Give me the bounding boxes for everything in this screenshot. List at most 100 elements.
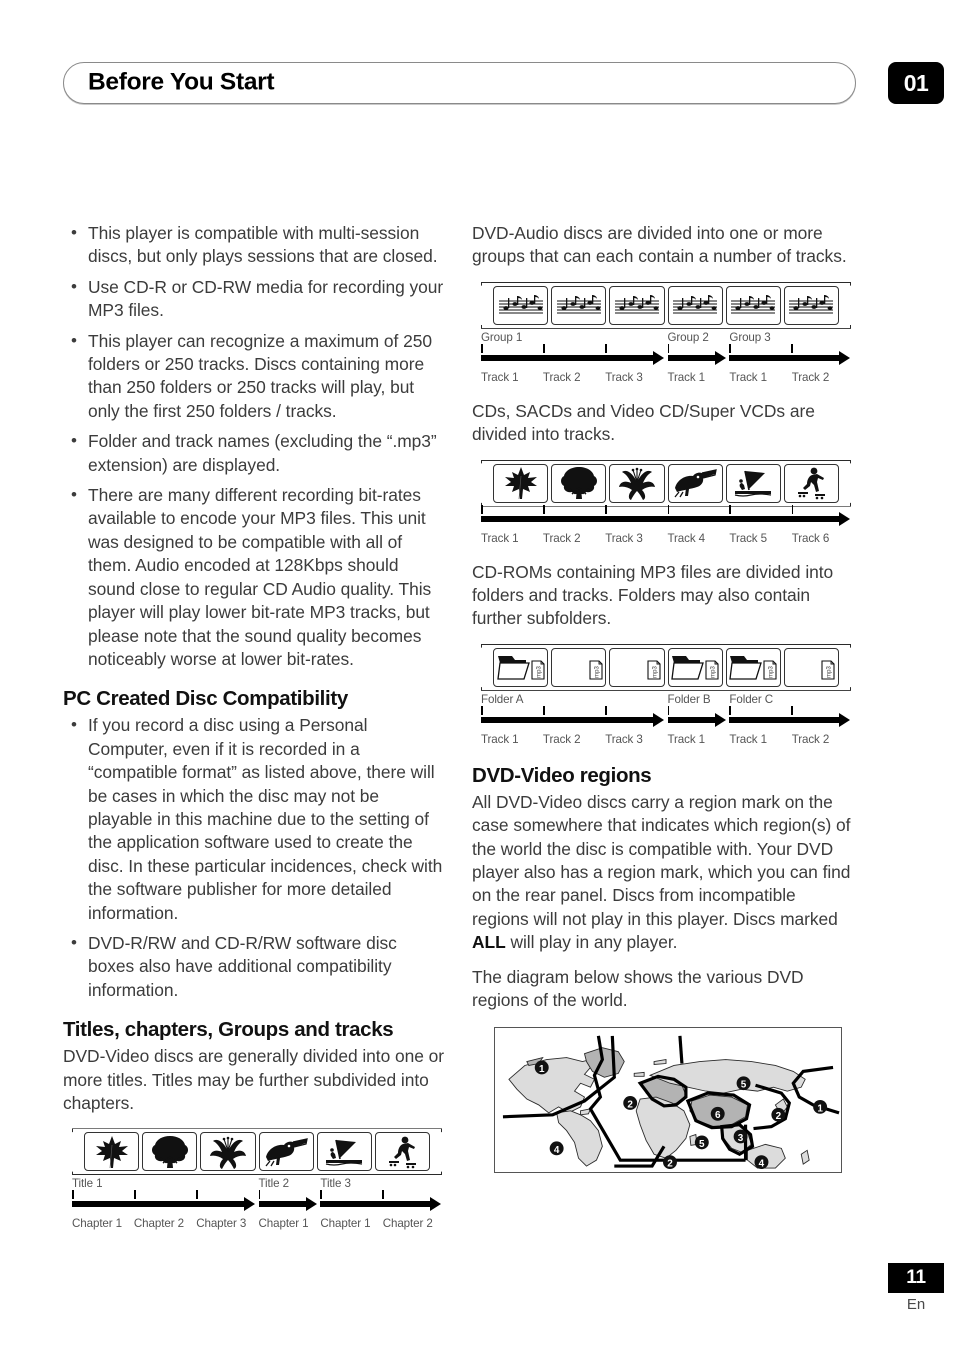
group-label: Group 1 xyxy=(481,330,523,344)
group-label: Group 3 xyxy=(729,330,771,344)
list-item: This player can recognize a maximum of 2… xyxy=(63,329,445,424)
arrow-head xyxy=(652,350,664,365)
folder-mp3-icon: mp3 xyxy=(493,647,549,687)
timeline-tick xyxy=(481,504,483,514)
group-label: Folder C xyxy=(729,692,774,706)
music-score-icon xyxy=(667,285,723,325)
dvd-audio-paragraph: DVD-Audio discs are divided into one or … xyxy=(472,223,847,267)
svg-text:2: 2 xyxy=(627,1099,633,1110)
right-column: DVD-Audio discs are divided into one or … xyxy=(472,222,854,1173)
cdrom-mp3-paragraph: CD-ROMs containing MP3 files are divided… xyxy=(472,561,834,629)
timeline-tick xyxy=(667,504,670,514)
dvd-regions-paragraph-1: All DVD-Video discs carry a region mark … xyxy=(472,791,854,955)
new-zealand-landmass xyxy=(800,1149,810,1165)
svg-text:3: 3 xyxy=(738,1132,744,1143)
timeline-arrow xyxy=(72,1197,255,1212)
arrow-head xyxy=(839,511,851,526)
timeline-tick xyxy=(729,705,731,715)
track-label: Track 3 xyxy=(605,732,643,746)
list-item: Folder and track names (excluding the “.… xyxy=(63,429,445,477)
dvd-regions-paragraph-2: The diagram below shows the various DVD … xyxy=(472,966,804,1011)
track-label: Track 3 xyxy=(605,370,643,384)
timeline-tick xyxy=(605,343,607,353)
track-label: Chapter 3 xyxy=(196,1217,247,1231)
list-item: DVD-R/RW and CD-R/RW software disc boxes… xyxy=(63,931,445,1002)
list-item: If you record a disc using a Personal Co… xyxy=(63,713,445,925)
arrow-shaft xyxy=(481,515,842,522)
track-label: Chapter 1 xyxy=(320,1217,371,1231)
timeline-arrow xyxy=(481,712,664,727)
svg-text:1: 1 xyxy=(539,1063,545,1074)
timeline-tick xyxy=(667,343,670,353)
track-label: Track 2 xyxy=(542,531,581,545)
page-header: Before You Start xyxy=(63,62,856,104)
group-label: Folder B xyxy=(667,692,711,706)
regions-text-c: will play in any player. xyxy=(505,932,678,953)
island-b xyxy=(633,1071,645,1077)
timeline-tick xyxy=(791,504,794,514)
timeline-arrow xyxy=(258,1197,317,1212)
timeline-tick xyxy=(605,504,607,514)
timeline-arrow-row xyxy=(481,504,854,529)
timeline-arrow-row xyxy=(72,1190,445,1214)
svg-text:4: 4 xyxy=(759,1158,765,1169)
left-column: This player is compatible with multi-ses… xyxy=(63,221,445,1246)
disc-tape-strip xyxy=(481,281,851,329)
tape-cell-row: mp3 mp3 mp3 mp3 mp3 mp3 xyxy=(493,647,840,687)
svg-text:mp3: mp3 xyxy=(594,666,600,678)
timeline-tick xyxy=(667,705,670,715)
svg-text:4: 4 xyxy=(554,1144,560,1155)
track-label-row: Track 1 Track 2 Track 3 Track 4 Track 5 Track… xyxy=(481,532,854,548)
arrow-head xyxy=(839,350,851,365)
arrow-shaft xyxy=(667,354,717,361)
track-label: Track 1 xyxy=(729,370,767,384)
region-marker: 1 xyxy=(813,1099,828,1114)
cd-tracks-diagram: Track 1 Track 2 Track 3 Track 4 Track 5 Track… xyxy=(472,459,854,548)
arrow-shaft xyxy=(667,716,717,723)
track-label: Track 1 xyxy=(729,732,767,746)
dvd-region-world-map: 1 2 4 2 2 5 5 6 3 2 1 4 xyxy=(494,1026,842,1173)
tree-icon xyxy=(142,1132,198,1172)
disc-tape-strip xyxy=(481,459,851,507)
svg-text:mp3: mp3 xyxy=(769,666,775,678)
group-label: Title 1 xyxy=(72,1177,103,1191)
track-label: Chapter 1 xyxy=(72,1217,123,1231)
arrow-shaft xyxy=(320,1201,433,1208)
timeline-tick xyxy=(320,1190,322,1200)
tape-cell-row xyxy=(493,285,840,325)
titles-chapters-diagram: Title 1 Title 2 Title 3 Chapter 1 Chapter 2C… xyxy=(63,1128,445,1233)
mp3-file-icon: mp3 xyxy=(551,647,607,687)
timeline-arrow xyxy=(320,1197,442,1212)
track-label: Track 4 xyxy=(667,531,706,545)
track-label: Chapter 2 xyxy=(382,1217,433,1231)
svg-text:6: 6 xyxy=(715,1110,721,1121)
timeline-tick xyxy=(605,705,607,715)
svg-text:mp3: mp3 xyxy=(711,666,717,678)
arrow-shaft xyxy=(481,716,655,723)
list-item: Use CD-R or CD-RW media for recording yo… xyxy=(63,275,445,323)
svg-text:5: 5 xyxy=(741,1079,747,1090)
music-score-icon xyxy=(783,285,840,325)
language-code: En xyxy=(906,1296,926,1313)
folder-mp3-icon: mp3 xyxy=(725,647,781,687)
arrow-head xyxy=(839,712,851,727)
timeline-tick xyxy=(382,1190,384,1200)
track-label-row: Track 1 Track 2 Track 3 Track 1 Track 1 Track… xyxy=(481,371,854,387)
tree-icon xyxy=(551,463,607,503)
timeline-tick xyxy=(542,343,545,353)
music-score-icon xyxy=(493,285,549,325)
timeline-tick xyxy=(481,705,483,715)
mp3-file-icon: mp3 xyxy=(609,647,665,687)
timeline-arrow xyxy=(481,350,664,365)
track-label-row: Chapter 1 Chapter 2 Chapter 3 Chapter 1 Chap… xyxy=(72,1217,445,1233)
region-marker: 2 xyxy=(663,1154,677,1169)
timeline-tick xyxy=(481,343,483,353)
region-marker: 2 xyxy=(623,1095,638,1110)
arrow-head xyxy=(430,1197,442,1212)
timeline-tick xyxy=(196,1190,198,1200)
svg-text:2: 2 xyxy=(667,1158,673,1169)
svg-text:1: 1 xyxy=(817,1103,823,1114)
music-score-icon xyxy=(609,285,665,325)
svg-text:mp3: mp3 xyxy=(827,666,833,678)
maple-leaf-icon xyxy=(493,463,549,503)
